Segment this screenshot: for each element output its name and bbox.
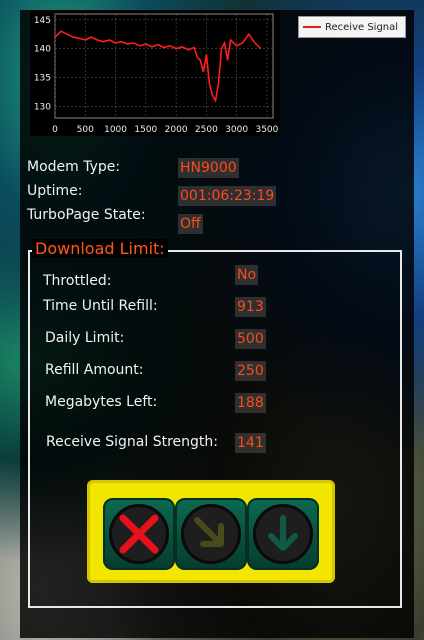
arrow-down-icon — [253, 504, 313, 564]
x-tick-label: 2500 — [195, 125, 218, 135]
refill-time-label: Time Until Refill: — [43, 298, 158, 314]
x-tick-label: 3500 — [255, 125, 278, 135]
throttled-value: No — [235, 265, 259, 285]
lamp-stop — [103, 498, 175, 570]
refill-amount-value: 250 — [235, 361, 266, 381]
legend-label: Receive Signal — [325, 21, 399, 33]
y-tick-label: 145 — [34, 16, 51, 26]
signal-strength-label: Receive Signal Strength: — [46, 434, 218, 450]
turbopage-value: Off — [178, 214, 203, 234]
x-tick-label: 1500 — [134, 125, 157, 135]
uptime-label: Uptime: — [27, 183, 83, 199]
refill-amount-label: Refill Amount: — [45, 362, 144, 378]
y-tick-label: 135 — [34, 74, 51, 84]
download-limit-title: Download Limit: — [32, 239, 168, 258]
modem-type-value: HN9000 — [178, 158, 239, 178]
x-tick-label: 500 — [77, 125, 94, 135]
lamp-caution — [175, 498, 247, 570]
throttled-label: Throttled: — [43, 273, 112, 289]
lamp-go — [247, 498, 319, 570]
uptime-value: 001:06:23:19 — [178, 186, 277, 206]
x-tick-label: 2000 — [165, 125, 188, 135]
y-tick-label: 130 — [34, 102, 51, 112]
mb-left-label: Megabytes Left: — [45, 394, 158, 410]
traffic-light — [87, 480, 335, 583]
x-tick-label: 1000 — [104, 125, 127, 135]
refill-time-value: 913 — [235, 297, 266, 317]
daily-limit-value: 500 — [235, 329, 266, 349]
x-tick-label: 3000 — [225, 125, 248, 135]
arrow-down-right-icon — [181, 504, 241, 564]
mb-left-value: 188 — [235, 393, 266, 413]
y-tick-label: 140 — [34, 45, 51, 55]
daily-limit-label: Daily Limit: — [45, 330, 125, 346]
signal-chart: 0 500 1000 1500 2000 2500 3000 3500 145 140 135 130 — [30, 10, 280, 136]
plot-area — [54, 13, 274, 119]
x-tick-label: 0 — [52, 125, 58, 135]
signal-chart-svg: 0 500 1000 1500 2000 2500 3000 3500 145 140 135 130 — [34, 13, 279, 135]
turbopage-label: TurboPage State: — [27, 207, 146, 223]
x-mark-icon — [109, 504, 169, 564]
signal-strength-value: 141 — [235, 433, 266, 453]
chart-legend: Receive Signal — [298, 16, 406, 38]
legend-swatch — [303, 26, 321, 28]
modem-type-label: Modem Type: — [27, 159, 121, 175]
